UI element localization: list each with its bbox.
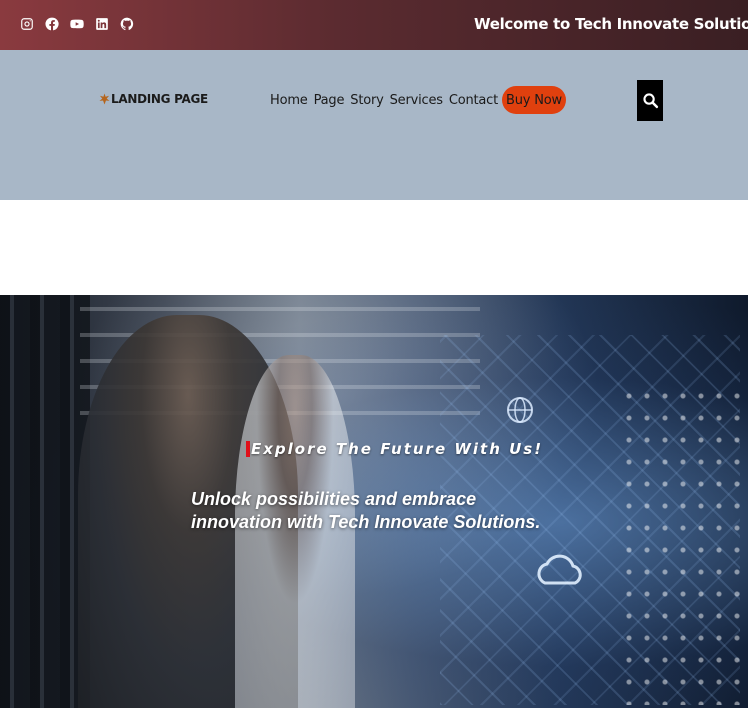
hero-eyebrow: Explore The Future With Us! (246, 440, 543, 458)
hero-eyebrow-text: Explore The Future With Us! (251, 440, 544, 458)
logo-text: LANDING PAGE (111, 92, 208, 106)
search-icon (642, 93, 658, 109)
site-logo[interactable]: LANDING PAGE (99, 92, 208, 106)
server-lights-image (620, 385, 740, 705)
nav-story[interactable]: Story (350, 93, 384, 108)
server-racks-image (0, 295, 90, 708)
nav-home[interactable]: Home (270, 93, 308, 108)
nav-services[interactable]: Services (390, 93, 443, 108)
hero-tagline-line-1: Unlock possibilities and embrace (191, 489, 477, 509)
hero-section: Explore The Future With Us! Unlock possi… (0, 295, 748, 708)
hero-tagline: Unlock possibilities and embrace innovat… (191, 488, 611, 534)
main-nav: Home Page Story Services Contact Buy Now (270, 86, 572, 114)
globe-icon (507, 397, 533, 423)
eyebrow-accent-bar (246, 441, 250, 457)
hero-tagline-line-2: innovation with Tech Innovate Solutions. (191, 512, 541, 532)
site-header: LANDING PAGE Home Page Story Services Co… (0, 50, 748, 200)
cloud-icon (537, 554, 582, 585)
nav-contact[interactable]: Contact (449, 93, 498, 108)
nav-page[interactable]: Page (314, 93, 345, 108)
search-button[interactable] (637, 80, 663, 121)
buy-now-button[interactable]: Buy Now (502, 86, 566, 114)
leaf-logo-icon (99, 93, 110, 105)
